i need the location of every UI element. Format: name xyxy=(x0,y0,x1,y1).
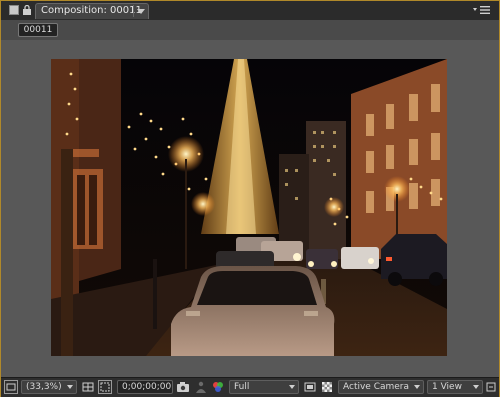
composition-name-button[interactable]: 00011 xyxy=(18,23,58,37)
tab-composition[interactable]: Composition: 00011 xyxy=(35,3,149,19)
tab-composition-label: Composition: 00011 xyxy=(41,5,142,16)
current-time-field[interactable]: 0;00;00;00 xyxy=(117,380,173,394)
resolution-dropdown[interactable]: Full xyxy=(229,380,299,394)
region-of-interest-icon[interactable] xyxy=(98,380,112,394)
panel-menu-icon[interactable] xyxy=(473,5,491,15)
composition-viewer[interactable] xyxy=(1,40,499,377)
magnification-value: (33,3%) xyxy=(26,382,62,392)
color-channels-icon[interactable] xyxy=(211,380,225,394)
magnification-dropdown[interactable]: (33,3%) xyxy=(21,380,77,394)
always-preview-icon[interactable] xyxy=(4,380,18,394)
composition-panel: Composition: 00011 00011 (33,3%) 0;00;00… xyxy=(0,0,500,397)
resolution-value: Full xyxy=(234,382,250,392)
chevron-down-icon xyxy=(289,385,295,389)
chevron-down-icon[interactable] xyxy=(133,5,147,17)
view-layout-dropdown[interactable]: 1 View xyxy=(427,380,483,394)
composition-frame-image[interactable] xyxy=(51,59,447,356)
choose-grid-icon[interactable] xyxy=(81,380,95,394)
toggle-pixel-aspect-icon[interactable] xyxy=(485,380,499,394)
camera-view-dropdown[interactable]: Active Camera xyxy=(338,380,424,394)
transparency-grid-icon[interactable] xyxy=(320,380,334,394)
fast-previews-icon[interactable] xyxy=(303,380,317,394)
view-layout-value: 1 View xyxy=(432,382,462,392)
composition-navigator-bar: 00011 xyxy=(1,20,499,40)
camera-view-value: Active Camera xyxy=(343,382,410,392)
chevron-down-icon xyxy=(414,385,420,389)
lock-icon[interactable] xyxy=(22,4,32,15)
panel-tab-bar: Composition: 00011 xyxy=(1,1,499,21)
viewer-toolbar: (33,3%) 0;00;00;00 Full Active Camera 1 … xyxy=(1,377,499,397)
chevron-down-icon xyxy=(67,385,73,389)
panel-close-icon[interactable] xyxy=(9,5,19,15)
show-snapshot-icon[interactable] xyxy=(194,380,208,394)
chevron-down-icon xyxy=(473,385,479,389)
timecode-value: 0;00;00;00 xyxy=(122,382,172,392)
camera-icon[interactable] xyxy=(176,380,190,394)
